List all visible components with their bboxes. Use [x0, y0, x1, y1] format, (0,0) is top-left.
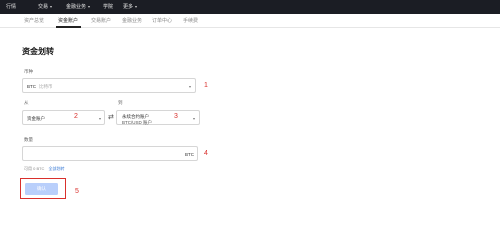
- nav-item-market-label: 行情: [6, 4, 17, 10]
- nav-item-more-label: 更多: [123, 4, 134, 10]
- nav-item-trade[interactable]: 交易: [38, 4, 52, 10]
- from-account-value: 资金账户: [27, 116, 45, 121]
- tab-trading-account[interactable]: 交易账户: [91, 18, 111, 24]
- nav-item-academy[interactable]: 学院: [103, 4, 113, 10]
- tab-fees[interactable]: 手续费: [183, 18, 198, 24]
- currency-label: 币种: [24, 69, 33, 74]
- currency-code: BTC: [27, 84, 36, 89]
- currency-select[interactable]: BTC 比特币: [22, 78, 196, 93]
- tab-finance[interactable]: 金融业务: [122, 18, 142, 24]
- to-label: 到: [118, 100, 123, 105]
- annotation-3: 3: [174, 113, 178, 120]
- amount-unit: BTC: [185, 152, 194, 157]
- chevron-down-icon: [87, 6, 90, 8]
- top-nav-bar: 行情 交易 金融业务 学院 更多: [0, 0, 500, 14]
- tab-funding-account[interactable]: 资金账户: [58, 18, 78, 24]
- active-tab-indicator: [56, 26, 81, 28]
- available-text: 可用 0 BTC: [24, 166, 45, 171]
- nav-item-finance[interactable]: 金融业务: [66, 4, 90, 10]
- chevron-down-icon: [189, 85, 191, 88]
- annotation-4: 4: [204, 150, 208, 157]
- to-account-pair: BTC/USD 账户: [122, 119, 153, 125]
- nav-item-market[interactable]: 行情: [6, 4, 16, 10]
- nav-item-more[interactable]: 更多: [123, 4, 137, 10]
- annotation-1: 1: [204, 82, 208, 89]
- swap-arrows-icon[interactable]: ⇄: [108, 114, 114, 122]
- annotation-5: 5: [75, 188, 79, 195]
- nav-item-academy-label: 学院: [103, 4, 114, 10]
- nav-item-trade-label: 交易: [38, 4, 49, 10]
- annotation-2: 2: [74, 113, 78, 120]
- confirm-button[interactable]: 确认: [25, 183, 58, 195]
- page-title: 资金划转: [22, 47, 54, 56]
- currency-name: 比特币: [39, 84, 53, 89]
- from-account-select[interactable]: 资金账户: [22, 110, 105, 125]
- chevron-down-icon: [134, 6, 137, 8]
- available-balance: 可用 0 BTC 全部划转: [24, 166, 64, 171]
- transfer-all-link[interactable]: 全部划转: [48, 166, 64, 171]
- amount-input[interactable]: BTC: [22, 146, 198, 161]
- to-account-select[interactable]: 永续合约账户 BTC/USD 账户: [116, 110, 200, 125]
- tab-order-center[interactable]: 订单中心: [152, 18, 172, 24]
- tab-asset-overview[interactable]: 资产总览: [24, 18, 44, 24]
- currency-select-value: BTC 比特币: [27, 84, 53, 89]
- chevron-down-icon: [99, 117, 101, 120]
- nav-item-finance-label: 金融业务: [66, 4, 87, 10]
- chevron-down-icon: [193, 117, 195, 120]
- to-account-type: 永续合约账户: [122, 114, 149, 119]
- amount-label: 数量: [24, 137, 33, 142]
- from-label: 从: [24, 100, 29, 105]
- chevron-down-icon: [49, 6, 52, 8]
